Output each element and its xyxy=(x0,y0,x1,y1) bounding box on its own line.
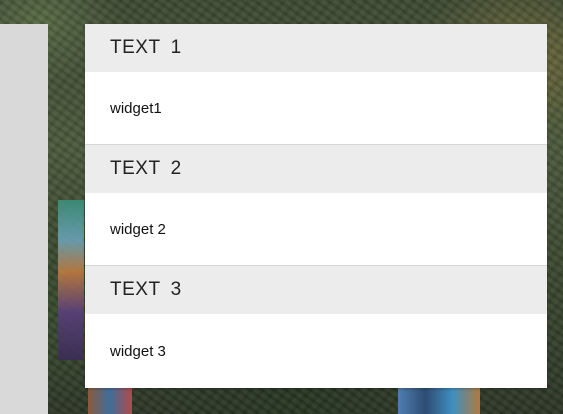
accordion-header-1[interactable]: TEXT 1 xyxy=(85,24,547,72)
accordion-section-1: TEXT 1 widget1 xyxy=(85,24,547,144)
accordion-content-text: widget1 xyxy=(110,99,162,117)
side-panel xyxy=(0,24,48,414)
accordion-header-number: 2 xyxy=(170,158,182,179)
accordion-section-2: TEXT 2 widget 2 xyxy=(85,145,547,265)
side-panel-gap xyxy=(0,244,22,414)
background-object xyxy=(88,388,132,414)
accordion: TEXT 1 widget1 TEXT 2 widget 2 TEXT 3 wi… xyxy=(85,24,547,388)
accordion-content-text: widget 3 xyxy=(110,342,166,360)
accordion-header-2[interactable]: TEXT 2 xyxy=(85,145,547,193)
accordion-content-2: widget 2 xyxy=(85,193,547,265)
background-object xyxy=(398,388,480,414)
accordion-header-label: TEXT xyxy=(110,37,161,58)
accordion-header-number: 1 xyxy=(170,37,182,58)
accordion-content-text: widget 2 xyxy=(110,220,166,238)
accordion-header-label: TEXT xyxy=(110,158,161,179)
accordion-section-3: TEXT 3 widget 3 xyxy=(85,266,547,388)
background-object xyxy=(58,200,84,360)
accordion-header-3[interactable]: TEXT 3 xyxy=(85,266,547,314)
accordion-header-label: TEXT xyxy=(110,279,161,300)
accordion-header-number: 3 xyxy=(170,279,182,300)
accordion-content-3: widget 3 xyxy=(85,314,547,388)
accordion-content-1: widget1 xyxy=(85,72,547,144)
